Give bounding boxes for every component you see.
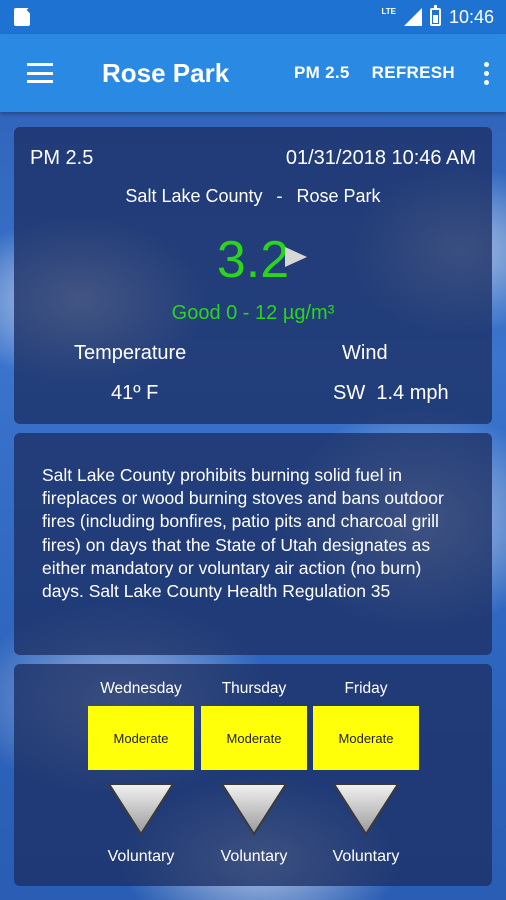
location: Salt Lake County - Rose Park xyxy=(14,186,492,207)
app-bar: Rose Park PM 2.5 REFRESH xyxy=(0,34,506,112)
forecast-action: Voluntary xyxy=(220,848,288,865)
forecast-day: Wednesday Moderate Voluntary xyxy=(85,680,197,866)
wind-label: Wind xyxy=(342,342,388,364)
wind-value: SW 1.4 mph xyxy=(333,382,449,404)
forecast-level-badge: Moderate xyxy=(88,706,194,770)
forecast-day-name: Wednesday xyxy=(100,680,182,697)
down-triangle-icon xyxy=(220,783,288,836)
temperature-value: 41º F xyxy=(111,382,159,404)
battery-icon xyxy=(429,5,441,26)
burn-notice-text: Salt Lake County prohibits burning solid… xyxy=(42,465,444,602)
pollutant-label: PM 2.5 xyxy=(30,147,94,169)
sim-card-icon xyxy=(14,8,30,26)
wind-direction-icon xyxy=(285,247,307,267)
reading-datetime: 01/31/2018 10:46 AM xyxy=(285,147,476,169)
overflow-menu-icon[interactable] xyxy=(466,34,506,112)
temperature-label: Temperature xyxy=(74,342,187,364)
signal-icon xyxy=(403,8,422,26)
status-bar: LTE 10:46 xyxy=(0,0,506,34)
forecast-day-name: Thursday xyxy=(221,680,287,697)
burn-notice-card: Salt Lake County prohibits burning solid… xyxy=(14,433,492,655)
forecast-card: Wednesday Moderate Voluntary Thursday Mo… xyxy=(14,664,492,886)
forecast-action: Voluntary xyxy=(107,848,175,865)
forecast-action: Voluntary xyxy=(332,848,400,865)
refresh-button[interactable]: REFRESH xyxy=(361,63,466,83)
forecast-level-badge: Moderate xyxy=(201,706,307,770)
station-name: Rose Park xyxy=(296,186,381,206)
forecast-day-name: Friday xyxy=(344,680,388,697)
location-separator: - xyxy=(276,186,283,206)
forecast-level-badge: Moderate xyxy=(313,706,419,770)
menu-button[interactable] xyxy=(0,34,80,112)
network-type: LTE xyxy=(381,6,396,16)
air-quality-category: Good 0 - 12 µg/m³ xyxy=(171,302,335,324)
app-title: Rose Park xyxy=(102,57,230,88)
hamburger-icon xyxy=(27,63,53,83)
clock: 10:46 xyxy=(448,6,494,27)
down-triangle-icon xyxy=(107,783,175,836)
forecast-day: Thursday Moderate Voluntary xyxy=(198,680,310,866)
forecast-day: Friday Moderate Voluntary xyxy=(310,680,422,866)
county-name: Salt Lake County xyxy=(125,186,263,206)
current-reading-card: PM 2.5 01/31/2018 10:46 AM Salt Lake Cou… xyxy=(14,127,492,424)
pm25-button[interactable]: PM 2.5 xyxy=(283,63,361,83)
down-triangle-icon xyxy=(332,783,400,836)
pm25-value: 3.2 xyxy=(216,231,290,289)
